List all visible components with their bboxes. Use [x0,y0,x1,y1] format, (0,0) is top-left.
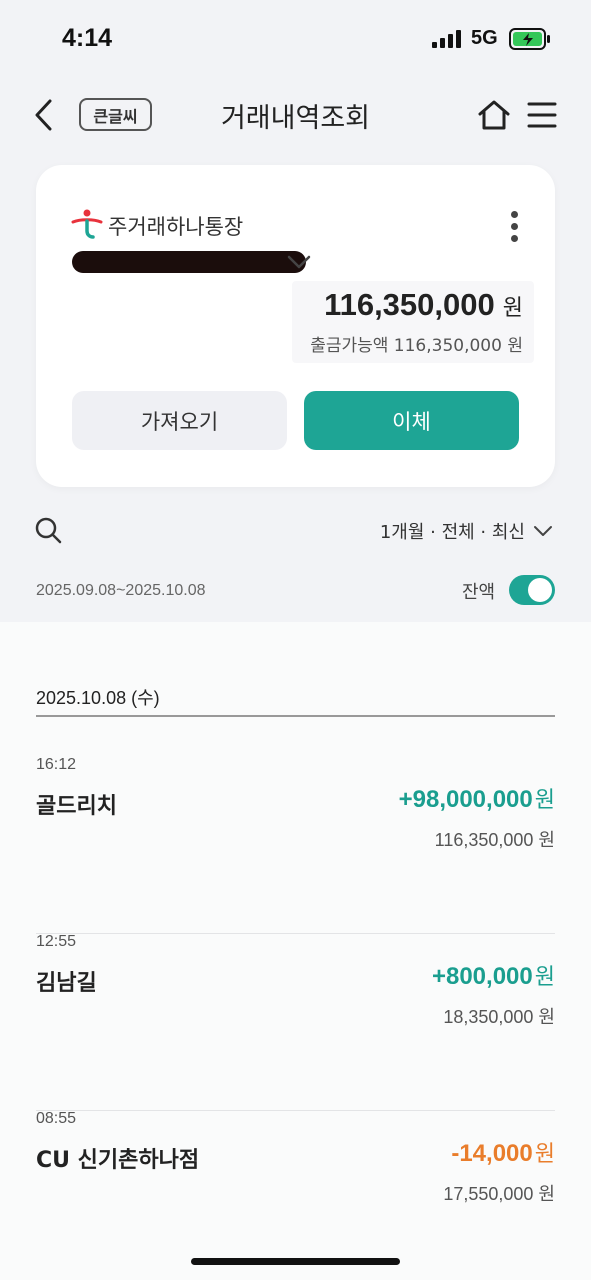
transaction-row[interactable]: 08:55 CU 신기촌하나점 -14,000 원 17,550,000 원 [36,1110,555,1280]
day-header: 2025.10.08 (수) [36,688,160,708]
transfer-button[interactable]: 이체 [304,391,519,450]
transaction-name: CU 신기촌하나점 [36,1148,200,1173]
home-icon[interactable] [476,97,512,133]
fetch-button[interactable]: 가져오기 [72,391,287,450]
battery-charging-icon [509,28,550,50]
filter-dropdown[interactable]: 1개월 · 전체 · 최신 [380,518,553,544]
chevron-down-icon[interactable] [286,253,312,271]
balance-toggle[interactable] [509,575,555,605]
transaction-time: 16:12 [36,756,77,773]
home-indicator[interactable] [191,1258,400,1265]
chevron-down-icon [534,526,552,536]
signal-icon [432,30,462,48]
transaction-row[interactable]: 12:55 김남길 +800,000 원 18,350,000 원 [36,933,555,1111]
transaction-amount: +800,000 원 [431,963,555,990]
hana-bank-logo-icon [71,209,103,239]
date-range: 2025.09.08~2025.10.08 [36,582,206,599]
toggle-knob [528,578,552,602]
app-header: 큰글씨 거래내역조회 [0,80,591,150]
transaction-balance: 17,550,000 원 [443,1184,555,1204]
day-divider [36,715,555,717]
account-name: 주거래하나통장 [108,215,244,239]
transaction-amount: -14,000 원 [451,1140,555,1167]
transaction-list: 2025.10.08 (수) 16:12 골드리치 +98,000,000 원 1… [0,622,591,1280]
balance-toggle-label: 잔액 [462,582,496,603]
transaction-time: 12:55 [36,933,77,950]
status-time: 4:14 [62,24,113,52]
balance-amount: 116,350,000 원 [324,287,523,322]
filter-label: 1개월 · 전체 · 최신 [379,522,525,543]
network-label: 5G [471,27,498,49]
transaction-balance: 116,350,000 원 [434,830,555,850]
balance-unit: 원 [502,296,523,321]
account-number-redacted [72,251,306,273]
transaction-name: 골드리치 [36,794,117,819]
transaction-balance: 18,350,000 원 [443,1007,555,1027]
transaction-amount: +98,000,000 원 [398,786,555,813]
status-bar: 4:14 5G [0,0,591,70]
menu-icon[interactable] [526,99,558,131]
more-options-icon[interactable] [506,209,524,245]
search-icon[interactable] [34,516,62,544]
account-card: 주거래하나통장 116,350,000 원 출금가능액 116,350,000 원… [36,165,555,487]
transaction-row[interactable]: 16:12 골드리치 +98,000,000 원 116,350,000 원 [36,756,555,934]
transaction-time: 08:55 [36,1110,77,1127]
available-amount: 출금가능액 116,350,000 원 [310,336,523,356]
transaction-name: 김남길 [36,971,97,996]
